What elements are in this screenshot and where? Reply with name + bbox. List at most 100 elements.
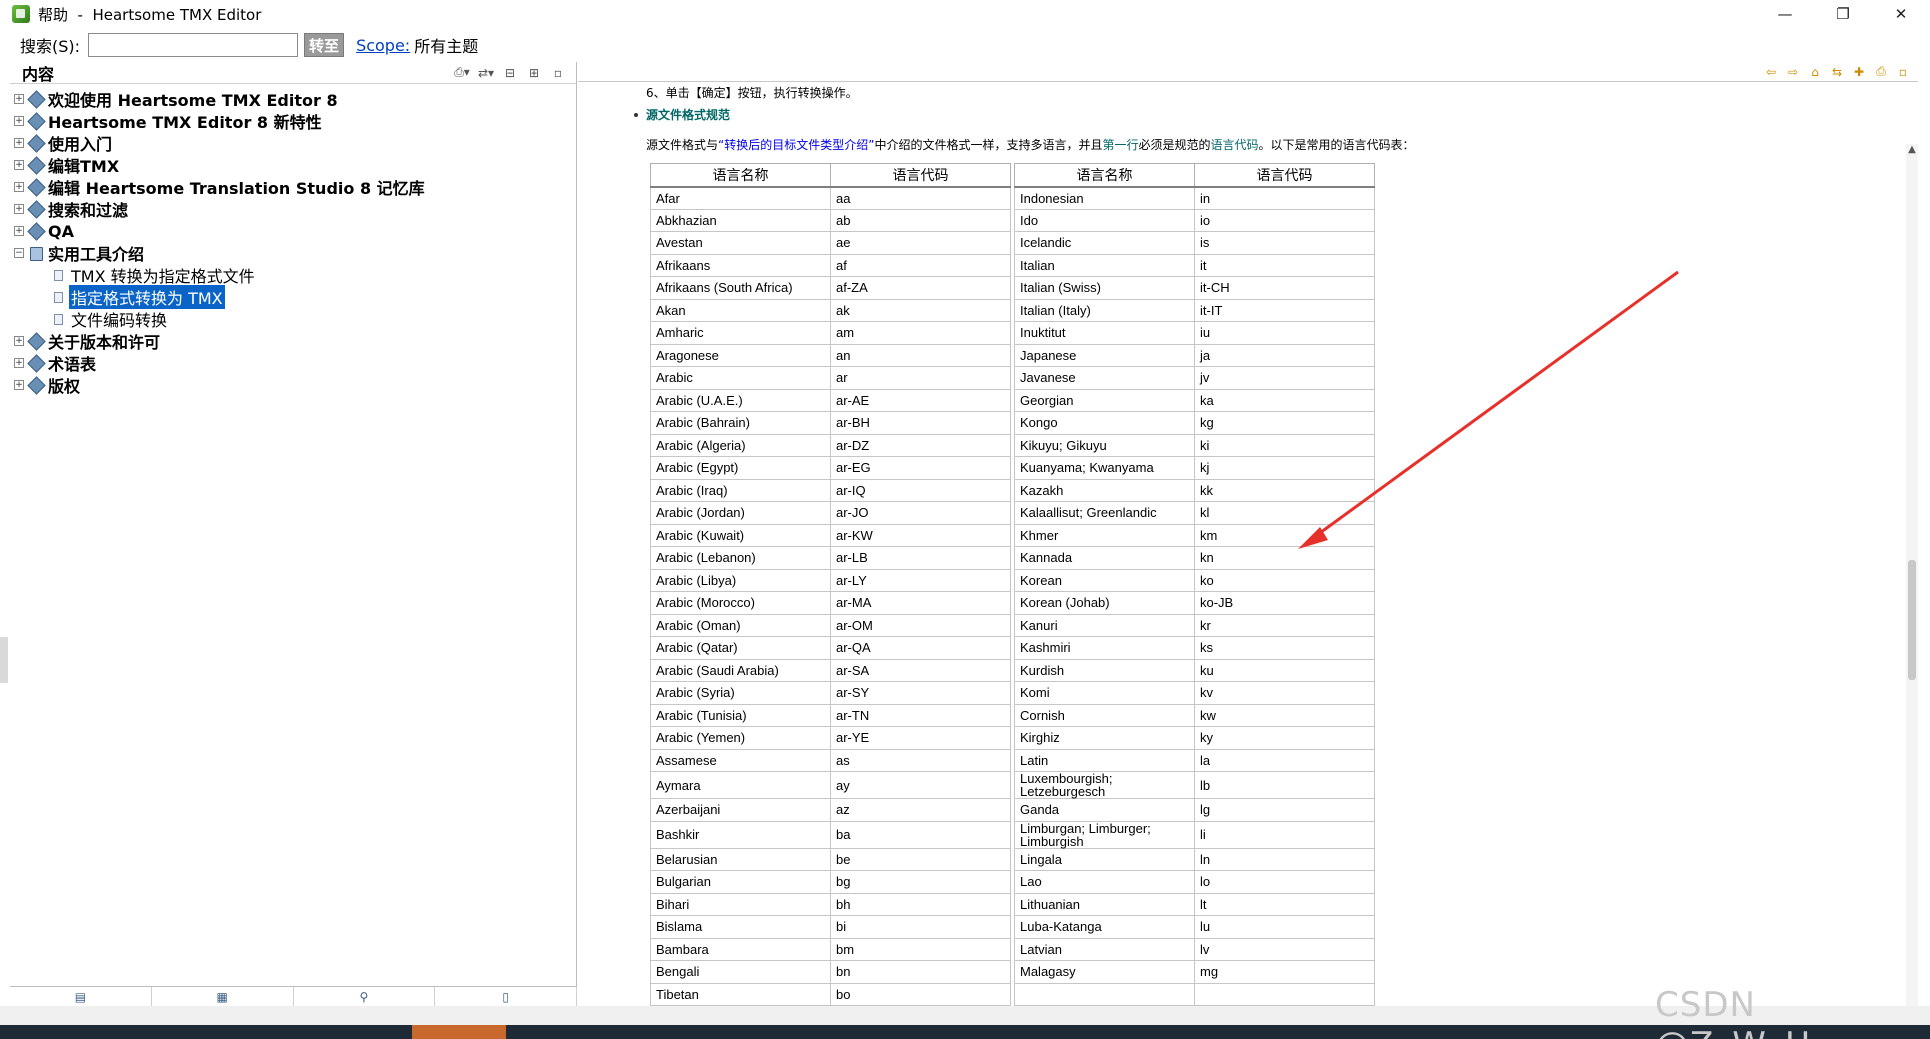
expand-icon[interactable]: + [14,380,24,390]
expand-icon[interactable]: + [14,358,24,368]
table-row: Afrikaans (South Africa) af-ZA Italian (Sw… [650,276,1375,300]
table-row: Arabic (Yemen) ar-YE Kirghiz ky [650,726,1375,750]
expand-icon[interactable]: + [14,94,24,104]
gutter-handle[interactable] [0,637,8,683]
collapse-icon[interactable]: − [14,248,24,258]
tab-contents[interactable]: ▤ [10,987,152,1006]
document-icon [54,291,63,303]
expand-icon[interactable]: + [14,160,24,170]
book-icon [28,92,44,106]
scroll-up-icon[interactable]: ▲ [1906,144,1918,158]
show-all-topics-icon[interactable]: ⊞ [526,66,542,80]
tree-child-item[interactable]: TMX 转换为指定格式文件 [10,264,576,286]
cell-language-name: Abkhazian [650,208,831,232]
tree-child-item-selected[interactable]: 指定格式转换为 TMX [10,285,576,309]
tree-item[interactable]: + 搜索和过滤 [10,198,576,220]
tree-item[interactable]: + Heartsome TMX Editor 8 新特性 [10,110,576,132]
cell-language-code: ar-LB [830,546,1011,570]
cell-language-code: it-IT [1194,298,1375,322]
cell-language-name: Luxembourgish; Letzeburgesch [1014,771,1195,799]
book-icon [28,334,44,348]
expand-icon[interactable]: + [14,336,24,346]
cell-language-code: ab [830,208,1011,232]
maximize-view-icon[interactable]: ▫ [550,66,566,80]
cell-language-name: Arabic [650,366,831,390]
table-row: Arabic (Libya) ar-LY Korean ko [650,568,1375,592]
taskbar-active-item[interactable] [412,1025,506,1039]
table-row: Aragonese an Japanese ja [650,343,1375,367]
scroll-thumb[interactable] [1908,560,1916,680]
cell-language-name: Lithuanian [1014,892,1195,916]
expand-icon[interactable]: + [14,116,24,126]
book-icon [28,378,44,392]
tree-item[interactable]: + 欢迎使用 Heartsome TMX Editor 8 [10,88,576,110]
restore-button[interactable]: ❐ [1814,0,1872,28]
vertical-scrollbar[interactable]: ▲ ▼ [1906,144,1918,1039]
tree-item[interactable]: + 术语表 [10,352,576,374]
cell-language-code: ar-TN [830,703,1011,727]
tree-item[interactable]: + QA [10,220,576,242]
cell-language-name: Lingala [1014,847,1195,871]
expand-icon[interactable]: + [14,226,24,236]
tree-item[interactable]: − 实用工具介绍 [10,242,576,264]
collapse-all-icon[interactable]: ⊟ [502,66,518,80]
scope-link[interactable]: Scope: [356,36,410,55]
cell-language-code: kr [1194,613,1375,637]
cell-language-code: ar-KW [830,523,1011,547]
contents-icon: ▤ [74,989,87,1004]
cell-language-name: Georgian [1014,388,1195,412]
cell-language-code: af-ZA [830,276,1011,300]
forward-icon[interactable]: ⇨ [1786,65,1800,79]
cell-language-code: it-CH [1194,276,1375,300]
cell-language-name: Avestan [650,231,831,255]
cell-language-code: bi [830,915,1011,939]
expand-icon[interactable]: + [14,204,24,214]
table-body: Afar aa Indonesian in Abkhazian ab Ido io Avesta… [650,186,1375,1006]
cell-language-code: ar-MA [830,591,1011,615]
cell-language-code: as [830,748,1011,772]
expand-icon[interactable]: + [14,182,24,192]
cell-language-name: Kannada [1014,546,1195,570]
cell-language-name: Korean (Johab) [1014,591,1195,615]
close-button[interactable]: ✕ [1872,0,1930,28]
bookmarks-icon: ▯ [502,989,509,1004]
cell-language-code: it [1194,253,1375,277]
tab-search[interactable]: ⚲ [294,987,436,1006]
home-icon[interactable]: ⌂ [1808,65,1822,79]
show-in-contents-icon[interactable]: ⇆ [1830,65,1844,79]
maximize-document-icon[interactable]: ▫ [1896,65,1910,79]
back-icon[interactable]: ⇦ [1764,65,1778,79]
goto-button[interactable]: 转至 [304,33,345,57]
target-file-type-link[interactable]: “转换后的目标文件类型介绍” [718,138,874,152]
tab-bookmarks[interactable]: ▯ [435,987,577,1006]
cell-language-name: Korean [1014,568,1195,592]
cell-language-code: ar-EG [830,456,1011,480]
table-row: Assamese as Latin la [650,748,1375,772]
cell-language-code: lt [1194,892,1375,916]
cell-language-code: ar-LY [830,568,1011,592]
print-icon[interactable]: ⎙▾ [454,65,470,80]
intro-text: 。以下是常用的语言代码表： [1258,138,1415,152]
print-page-icon[interactable]: ⎙ [1874,64,1888,79]
cell-language-code: li [1194,820,1375,849]
bookmark-document-icon[interactable]: ✚ [1852,65,1866,79]
expand-icon[interactable]: + [14,138,24,148]
cell-language-code: lg [1194,798,1375,822]
tree-item[interactable]: + 版权 [10,374,576,396]
minimize-button[interactable]: — [1756,0,1814,28]
tree-item[interactable]: + 编辑TMX [10,154,576,176]
book-icon [28,224,44,238]
contents-panel: 内容 ⎙▾ ⇄▾ ⊟ ⊞ ▫ + 欢迎使用 Heartsome TMX Edit… [10,62,577,1006]
tab-index[interactable]: ▦ [152,987,294,1006]
link-with-contents-icon[interactable]: ⇄▾ [478,66,494,80]
cell-language-name: Luba-Katanga [1014,915,1195,939]
search-input[interactable] [88,33,299,57]
tree-child-item[interactable]: 文件编码转换 [10,308,576,330]
book-icon [28,136,44,150]
tree-item[interactable]: + 编辑 Heartsome Translation Studio 8 记忆库 [10,176,576,198]
tree-item[interactable]: + 使用入门 [10,132,576,154]
tree-child-label: 文件编码转换 [71,311,168,330]
tree-item-label: 版权 [48,377,81,396]
tree-item[interactable]: + 关于版本和许可 [10,330,576,352]
cell-language-name: Latvian [1014,937,1195,961]
